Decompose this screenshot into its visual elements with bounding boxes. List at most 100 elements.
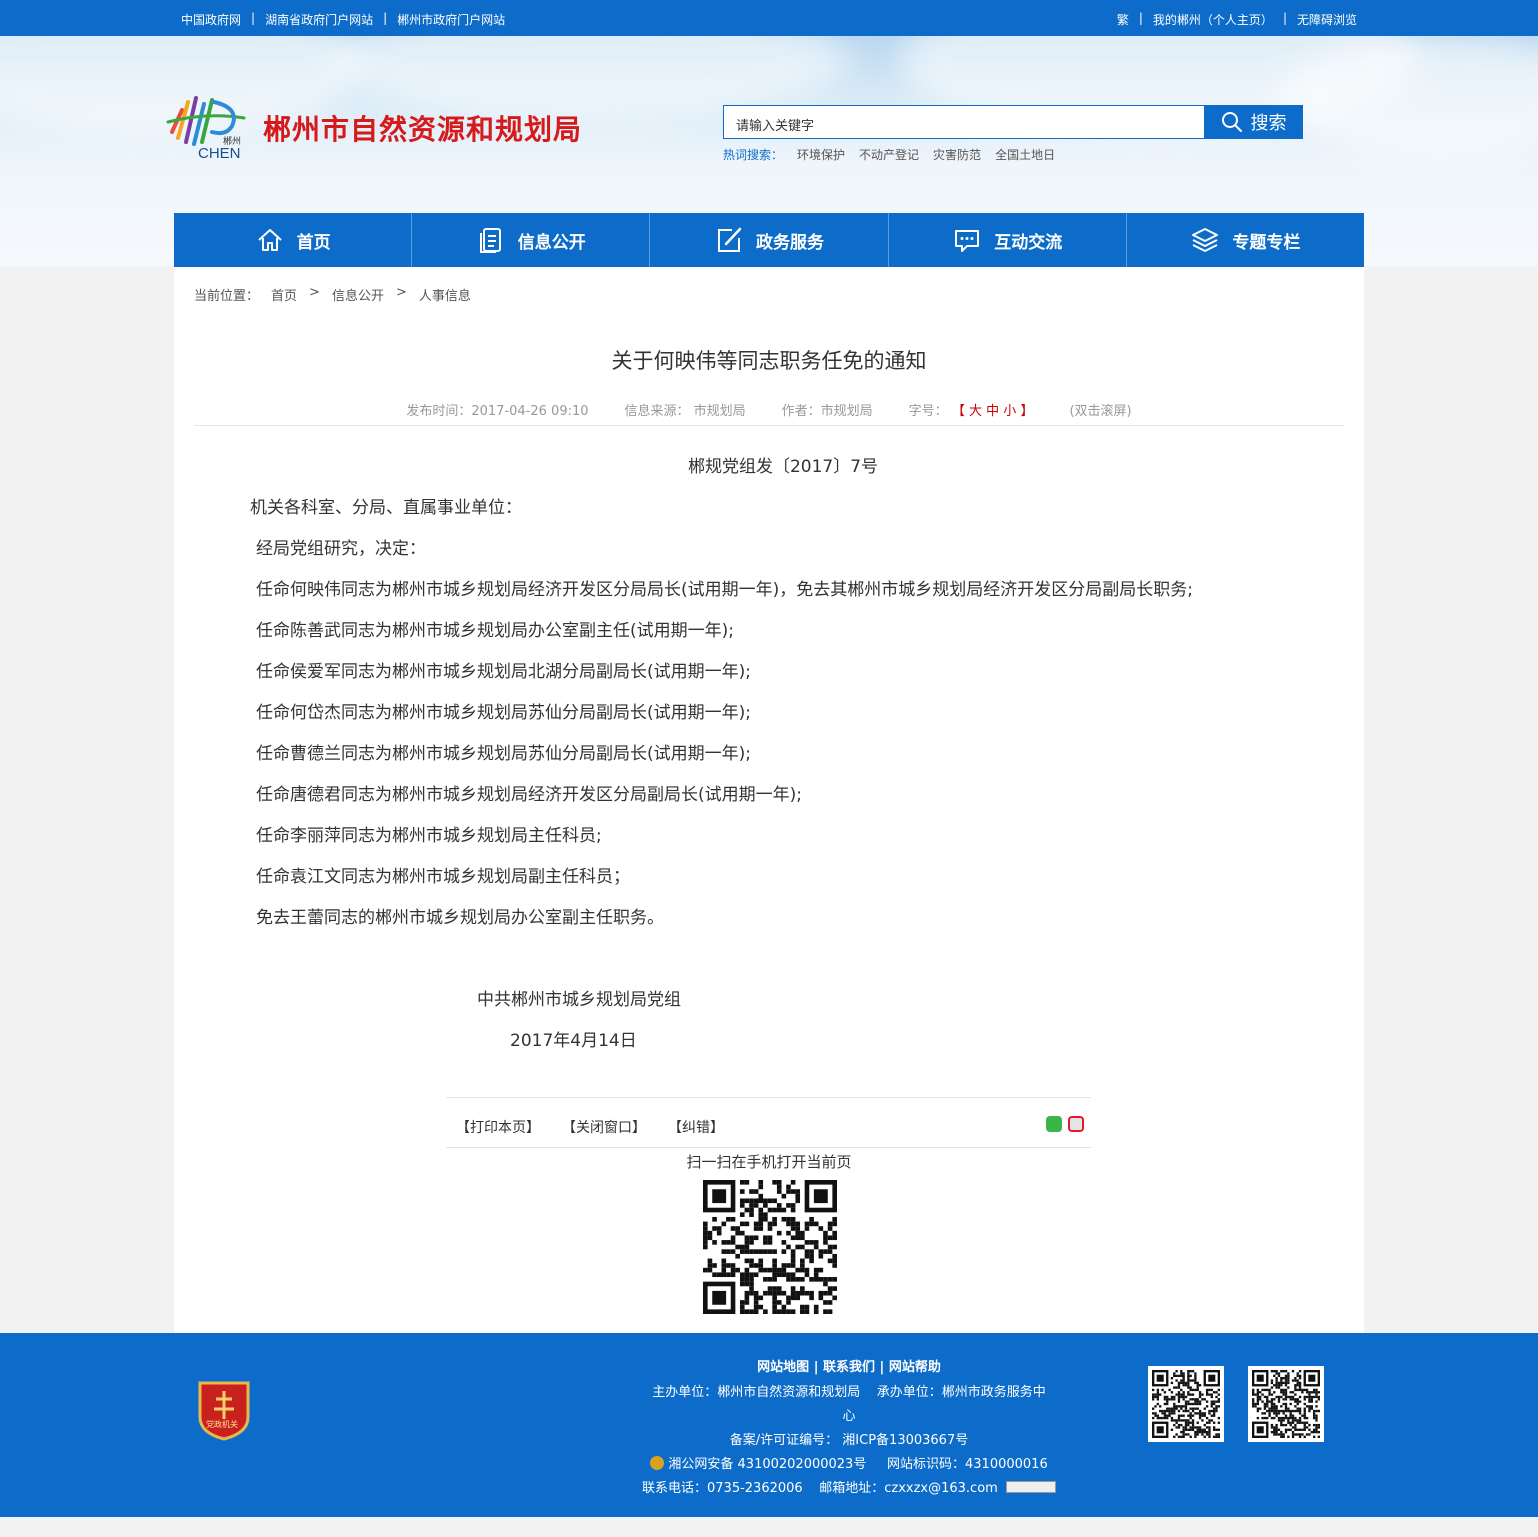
paragraph: 任命李丽萍同志为郴州市城乡规划局主任科员; [256,826,602,846]
link-gov-cn[interactable]: 中国政府网 [181,11,241,28]
separator: | [1138,11,1143,25]
footer-link-sitemap[interactable]: 网站地图 [757,1360,809,1375]
report-error-button[interactable]: 【纠错】 [668,1117,724,1137]
cnzz-stat-icon[interactable] [1005,1481,1056,1493]
separator: | [251,11,256,25]
article-meta: 发布时间：2017-04-26 09:10 信息来源： 市规划局 作者：市规划局… [174,400,1364,419]
font-size-medium[interactable]: 中 [986,404,999,419]
site-logo[interactable]: 郴州 CHEN [166,92,250,166]
content-area: 当前位置： 首页 > 信息公开 > 人事信息 关于何映伟等同志职务任免的通知 发… [174,267,1364,1333]
breadcrumb-separator: > [395,285,407,300]
link-accessibility[interactable]: 无障碍浏览 [1297,11,1357,28]
breadcrumb-personnel[interactable]: 人事信息 [419,285,471,304]
police-badge-icon [650,1456,665,1470]
paragraph: 任命袁江文同志为郴州市城乡规划局副主任科员； [256,867,630,887]
hot-word-environment[interactable]: 环境保护 [797,146,845,163]
nav-gov-service[interactable]: 政务服务 [650,213,889,267]
edit-icon [718,227,742,252]
footer-police: 湘公网安备 43100202000023号 [668,1457,867,1472]
divider [194,425,1344,426]
hot-word-realestate[interactable]: 不动产登记 [859,146,919,163]
footer-host: 主办单位：郴州市自然资源和规划局 [652,1385,861,1400]
paragraph: 任命侯爱军同志为郴州市城乡规划局北湖分局副局长(试用期一年); [256,662,751,682]
footer-email: 邮箱地址：czxxzx@163.com [819,1481,998,1496]
wechat-icon[interactable] [1046,1116,1062,1132]
weibo-icon[interactable] [1068,1116,1084,1132]
article-tools: 【打印本页】 【关闭窗口】 【纠错】 [456,1117,724,1137]
divider [446,1147,1091,1148]
link-hunan-gov[interactable]: 湖南省政府门户网站 [265,11,373,28]
paragraph: 免去王蕾同志的郴州市城乡规划局办公室副主任职务。 [256,908,664,928]
top-bar: 中国政府网 | 湖南省政府门户网站 | 郴州市政府门户网站 繁 | 我的郴州（个… [0,0,1538,36]
hot-word-disaster[interactable]: 灾害防范 [933,146,981,163]
paragraph: 任命唐德君同志为郴州市城乡规划局经济开发区分局副局长(试用期一年); [256,785,802,805]
salutation: 机关各科室、分局、直属事业单位： [250,498,522,518]
search-icon [1221,112,1242,132]
site-footer: 党政机关 网站地图 | 联系我们 | 网站帮助 主办单位：郴州市自然资源和规划局… [0,1333,1538,1517]
footer-qr-wechat [1148,1366,1224,1442]
document-number: 郴规党组发〔2017〕7号 [687,457,879,477]
page-qr-code [703,1180,837,1314]
bottom-strip [0,1517,1538,1537]
link-traditional[interactable]: 繁 [1117,11,1129,28]
link-chenzhou-gov[interactable]: 郴州市政府门户网站 [397,11,505,28]
search-button-label: 搜索 [1250,113,1287,134]
paragraph: 任命何岱杰同志为郴州市城乡规划局苏仙分局副局长(试用期一年); [256,703,751,723]
close-window-button[interactable]: 【关闭窗口】 [562,1117,646,1137]
share-buttons [1046,1116,1084,1132]
home-icon [257,229,282,251]
font-size-small[interactable]: 小 [1003,404,1016,419]
nav-info-disclosure-label: 信息公开 [517,232,586,253]
hot-word-landday[interactable]: 全国土地日 [995,146,1055,163]
nav-interaction[interactable]: 互动交流 [889,213,1127,267]
author: 作者：市规划局 [781,404,873,419]
nav-info-disclosure[interactable]: 信息公开 [412,213,651,267]
nav-interaction-label: 互动交流 [994,232,1063,253]
logo-text: CHEN [198,145,241,162]
footer-site-code: 网站标识码：4310000016 [887,1457,1048,1472]
qr-code-icon [1152,1370,1220,1438]
search-button[interactable]: 搜索 [1204,105,1303,139]
nav-home[interactable]: 首页 [174,213,413,267]
breadcrumb-label: 当前位置： [194,289,260,304]
bracket-open: 【 [951,404,965,419]
signature-date: 2017年4月14日 [510,1031,637,1051]
paragraph: 任命何映伟同志为郴州市城乡规划局经济开发区分局局长(试用期一年)，免去其郴州市城… [256,580,1193,600]
layers-icon [1192,228,1219,252]
footer-phone: 联系电话：0735-2362006 [642,1481,803,1496]
divider [446,1097,1091,1098]
nav-gov-service-label: 政务服务 [756,232,824,253]
breadcrumb-home[interactable]: 首页 [271,285,297,304]
document-icon [479,228,501,253]
article-title: 关于何映伟等同志职务任免的通知 [611,349,927,373]
breadcrumb-separator: > [309,285,320,300]
scroll-hint: (双击滚屏) [1069,404,1132,419]
nav-home-label: 首页 [296,232,331,253]
main-nav: 首页 信息公开 政务服务 互动交流 专题专栏 [174,213,1364,267]
paragraph: 经局党组研究，决定： [256,539,426,559]
footer-link-help[interactable]: 网站帮助 [889,1360,941,1375]
nav-special-topics-label: 专题专栏 [1232,232,1301,253]
top-links-right: 繁 | 我的郴州（个人主页） | 无障碍浏览 [1117,11,1357,28]
font-size-large[interactable]: 大 [969,404,982,419]
breadcrumb-info[interactable]: 信息公开 [332,285,384,304]
cloud-decoration [330,36,850,116]
paragraph: 任命曹德兰同志为郴州市城乡规划局苏仙分局副局长(试用期一年); [256,744,751,764]
hot-searches: 热词搜索： 环境保护 不动产登记 灾害防范 全国土地日 [723,146,1055,163]
footer-contact-line: 联系电话：0735-2362006 邮箱地址：czxxzx@163.com [0,1477,1538,1496]
footer-organizer: 承办单位：郴州市政务服务中 [876,1385,1046,1400]
nav-special-topics[interactable]: 专题专栏 [1127,213,1364,267]
separator: | [383,11,388,25]
top-links-left: 中国政府网 | 湖南省政府门户网站 | 郴州市政府门户网站 [181,11,505,28]
signature-org: 中共郴州市城乡规划局党组 [477,990,681,1010]
footer-qr-app [1248,1366,1324,1442]
footer-link-contact[interactable]: 联系我们 [823,1360,875,1375]
bracket-close: 】 [1020,404,1034,419]
hot-search-label: 热词搜索： [723,148,784,162]
link-my-chenzhou[interactable]: 我的郴州（个人主页） [1153,11,1273,28]
qr-code-icon [1252,1370,1320,1438]
info-source: 信息来源： 市规划局 [624,404,746,419]
print-button[interactable]: 【打印本页】 [456,1117,540,1137]
publish-time: 发布时间：2017-04-26 09:10 [406,404,589,419]
search-input[interactable]: 请输入关键字 [723,105,1205,139]
